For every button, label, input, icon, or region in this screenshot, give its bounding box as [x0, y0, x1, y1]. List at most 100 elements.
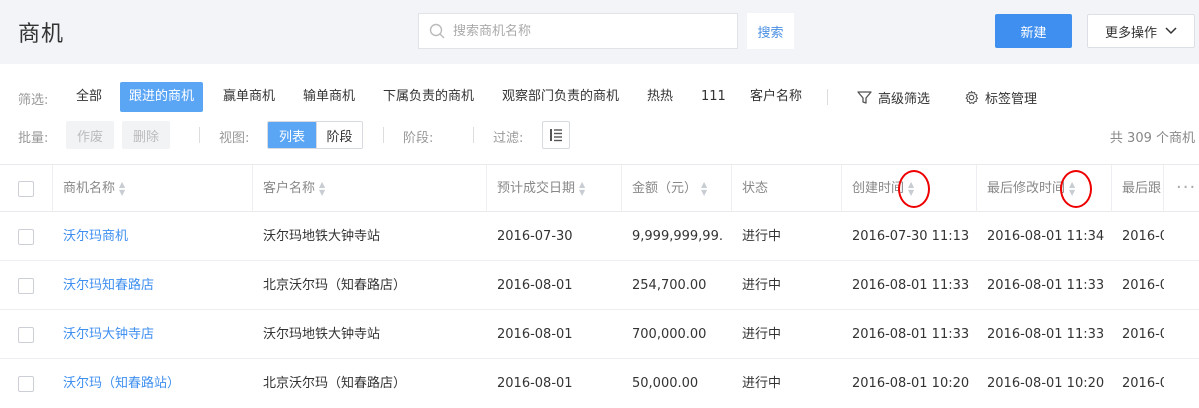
last-followup: 2016-0 [1122, 229, 1164, 244]
void-button[interactable]: 作废 [66, 121, 114, 149]
table-row[interactable]: 沃尔玛知春路店 北京沃尔玛（知春路店） 2016-08-01 254,700.0… [0, 261, 1199, 310]
last-followup: 2016-0 [1122, 376, 1164, 391]
column-separator [1111, 165, 1112, 212]
column-separator [52, 165, 53, 212]
gear-icon [965, 90, 979, 104]
filter-subordinate[interactable]: 下属负责的商机 [383, 82, 474, 112]
filter-label: 筛选: [18, 93, 49, 108]
close-date: 2016-07-30 [497, 229, 573, 244]
column-separator [731, 165, 732, 212]
filter-custom-1[interactable]: 热热 [647, 82, 673, 112]
page-title: 商机 [18, 22, 65, 47]
sort-icon[interactable]: ▲ ▼ [319, 180, 325, 197]
sort-icon[interactable]: ▲ ▼ [119, 180, 125, 197]
more-columns-icon[interactable]: ··· [1176, 177, 1196, 198]
row-checkbox[interactable] [18, 229, 34, 245]
more-actions-label: 更多操作 [1104, 24, 1157, 40]
batch-bar: 批量: 作废 删除 视图: 列表 阶段 阶段: 过滤: 共 309 个商机 [0, 121, 1199, 149]
column-header-name[interactable]: 商机名称 ▲ ▼ [63, 165, 125, 212]
column-header-label: 金额（元） [632, 181, 698, 196]
created-time: 2016-07-30 11:13 [852, 229, 970, 244]
select-all-checkbox[interactable] [18, 181, 34, 197]
filter-following[interactable]: 跟进的商机 [120, 82, 204, 112]
column-separator [621, 165, 622, 212]
opportunity-name-link[interactable]: 沃尔玛商机 [63, 212, 128, 261]
modified-time: 2016-08-01 11:33 [987, 327, 1105, 342]
filter-lost[interactable]: 输单商机 [303, 82, 355, 112]
new-button[interactable]: 新建 [995, 14, 1072, 48]
column-header-label: 客户名称 [263, 181, 316, 196]
last-followup: 2016-0 [1122, 278, 1164, 293]
close-date: 2016-08-01 [497, 327, 573, 342]
row-checkbox[interactable] [18, 376, 34, 392]
status: 进行中 [742, 229, 782, 244]
advanced-filter-label: 高级筛选 [878, 91, 931, 107]
divider [827, 89, 828, 105]
status: 进行中 [742, 376, 782, 391]
search-box[interactable] [418, 13, 738, 49]
created-time: 2016-08-01 10:20 [852, 376, 970, 391]
advanced-filter-button[interactable]: 高级筛选 [857, 82, 930, 112]
row-checkbox[interactable] [18, 327, 34, 343]
created-time: 2016-08-01 11:33 [852, 278, 970, 293]
stage-label: 阶段: [403, 131, 434, 146]
column-header-status[interactable]: 状态 [742, 165, 768, 212]
amount: 254,700.00 [632, 278, 707, 293]
search-button[interactable]: 搜索 [747, 13, 794, 49]
delete-button[interactable]: 删除 [122, 121, 170, 149]
customer-name: 沃尔玛地铁大钟寺站 [263, 327, 381, 342]
column-header-amount[interactable]: 金额（元） ▲ ▼ [632, 165, 707, 212]
more-actions-button[interactable]: 更多操作 [1087, 14, 1195, 48]
row-checkbox[interactable] [18, 278, 34, 294]
batch-label: 批量: [18, 131, 49, 146]
filter-all[interactable]: 全部 [76, 82, 102, 112]
modified-time: 2016-08-01 10:20 [987, 376, 1105, 391]
customer-name: 沃尔玛地铁大钟寺站 [263, 229, 381, 244]
funnel-icon [857, 90, 872, 104]
close-date: 2016-08-01 [497, 278, 573, 293]
view-list-button[interactable]: 列表 [268, 122, 316, 148]
view-stage-button[interactable]: 阶段 [316, 122, 362, 148]
column-header-label: 创建时间 [852, 181, 905, 196]
table-header: 商机名称 ▲ ▼ 客户名称 ▲ ▼ 预计成交日期 ▲ ▼ 金额（元） ▲ ▼ 状态 创建时间 ▲ ▼… [0, 164, 1199, 212]
column-header-customer[interactable]: 客户名称 ▲ ▼ [263, 165, 325, 212]
filter-observed-dept[interactable]: 观察部门负责的商机 [502, 82, 619, 112]
filter-custom-3[interactable]: 客户名称 [750, 82, 802, 112]
column-header-label: 商机名称 [63, 181, 116, 196]
total-count: 共 309 个商机 [1109, 131, 1195, 146]
sort-icon[interactable]: ▲ ▼ [701, 180, 707, 197]
divider [199, 127, 200, 143]
opportunity-name-link[interactable]: 沃尔玛（知春路站） [63, 359, 180, 408]
modified-time: 2016-08-01 11:34 [987, 229, 1105, 244]
table-row[interactable]: 沃尔玛商机 沃尔玛地铁大钟寺站 2016-07-30 9,999,999,99.… [0, 212, 1199, 261]
annotation-circle [1060, 170, 1092, 208]
created-time: 2016-08-01 11:33 [852, 327, 970, 342]
column-header-label: 最后跟 [1122, 181, 1162, 196]
table-row[interactable]: 沃尔玛（知春路站） 北京沃尔玛（知春路店） 2016-08-01 50,000.… [0, 359, 1199, 408]
amount: 700,000.00 [632, 327, 707, 342]
page-header: 商机 搜索 新建 更多操作 [0, 0, 1199, 64]
customer-name: 北京沃尔玛（知春路店） [263, 376, 407, 391]
filter-custom-2[interactable]: 111 [701, 82, 726, 112]
amount: 9,999,999,99... [632, 229, 724, 244]
tag-management-button[interactable]: 标签管理 [964, 82, 1037, 112]
column-header-label: 预计成交日期 [497, 181, 576, 196]
column-header-last-followup[interactable]: 最后跟 [1122, 165, 1162, 212]
amount: 50,000.00 [632, 376, 699, 391]
table-row[interactable]: 沃尔玛大钟寺店 沃尔玛地铁大钟寺站 2016-08-01 700,000.00 … [0, 310, 1199, 359]
view-switch: 列表 阶段 [267, 121, 363, 149]
column-filter-button[interactable] [542, 121, 570, 149]
close-date: 2016-08-01 [497, 376, 573, 391]
chevron-down-icon [1165, 27, 1177, 35]
column-separator [486, 165, 487, 212]
last-followup: 2016-0 [1122, 327, 1164, 342]
filter-won[interactable]: 赢单商机 [223, 82, 275, 112]
opportunity-name-link[interactable]: 沃尔玛大钟寺店 [63, 310, 154, 359]
sort-icon[interactable]: ▲ ▼ [579, 180, 585, 197]
opportunity-name-link[interactable]: 沃尔玛知春路店 [63, 261, 154, 310]
search-input[interactable] [453, 23, 737, 39]
column-separator [841, 165, 842, 212]
divider [383, 127, 384, 143]
tag-management-label: 标签管理 [985, 91, 1038, 107]
column-header-close-date[interactable]: 预计成交日期 ▲ ▼ [497, 165, 585, 212]
